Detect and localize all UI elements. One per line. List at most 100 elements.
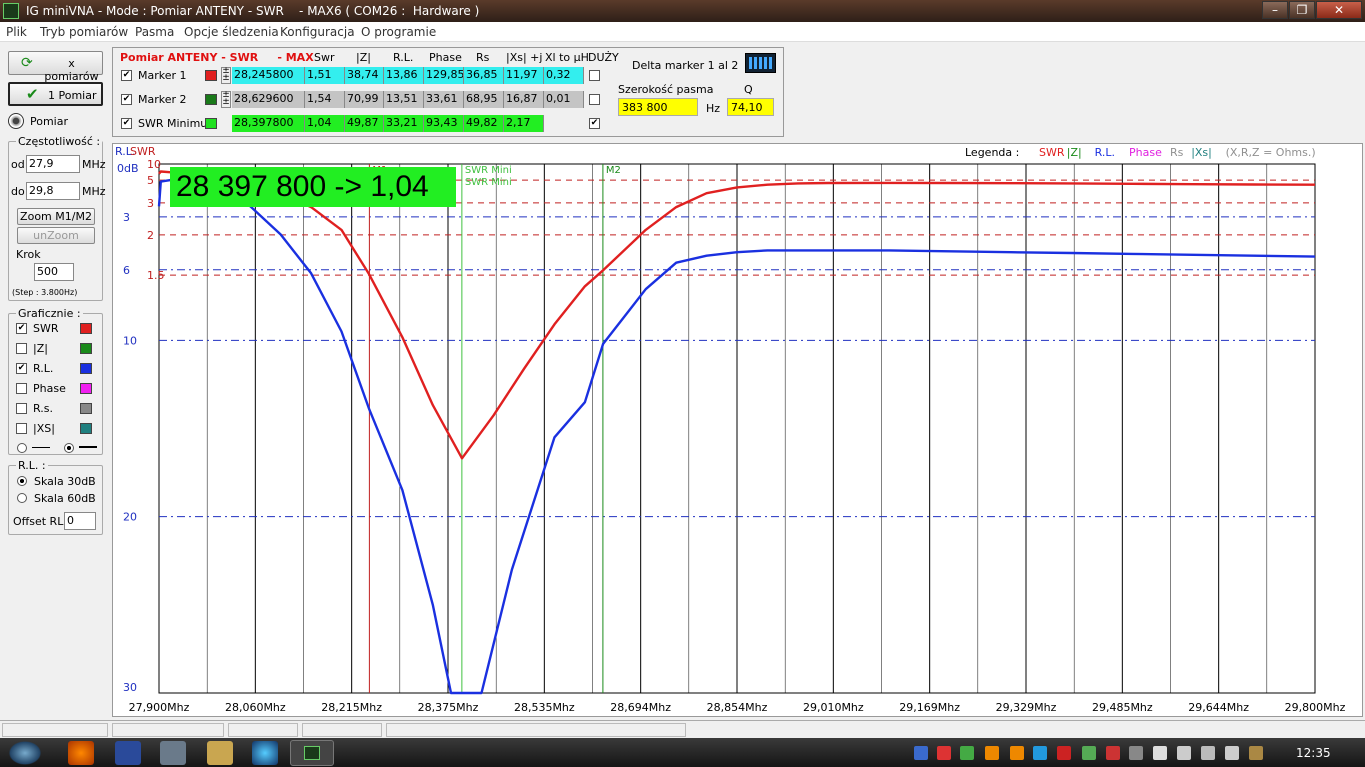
marker-cell: 1,54	[305, 91, 345, 108]
marker-line-label: M2	[606, 165, 621, 176]
tray-app-icon[interactable]	[985, 746, 999, 760]
menu-pasma[interactable]: Pasma	[135, 25, 174, 39]
marker-stepper[interactable]: ± ±	[221, 67, 231, 84]
search-tray-icon[interactable]	[1033, 746, 1047, 760]
legend-label: Legenda :	[965, 146, 1019, 159]
step-text: (Step : 3.800Hz)	[12, 288, 78, 297]
network-tool-icon[interactable]	[160, 741, 186, 765]
zoom-m1-m2-button[interactable]: Zoom M1/M2	[17, 208, 95, 225]
clock: 12:35	[1296, 746, 1331, 760]
marker-cell: 1,51	[305, 67, 345, 84]
graf-checkbox[interactable]	[16, 403, 27, 414]
pomiar-indicator-icon	[8, 113, 24, 129]
marker-cell: 129,85	[424, 67, 464, 84]
duzy-checkbox[interactable]	[589, 70, 600, 81]
one-pomiar-button[interactable]: ✔ 1 Pomiar	[8, 82, 103, 106]
save-disk-icon[interactable]	[115, 741, 141, 765]
skala30-label: Skala 30dB	[34, 475, 96, 488]
marker-color-swatch	[205, 94, 217, 105]
tray-app2-icon[interactable]	[1010, 746, 1024, 760]
flag-icon[interactable]	[1153, 746, 1167, 760]
graf-checkbox[interactable]: ✔	[16, 323, 27, 334]
calculator-button[interactable]	[745, 53, 776, 73]
chart-svg: 0dB36102030105321.51R.L.SWRLegenda :SWR|…	[115, 134, 1346, 714]
swr-tick-label: 1.5	[147, 269, 165, 282]
skala60-radio[interactable]	[17, 493, 27, 503]
menu-tryb-pomiarow[interactable]: Tryb pomiarów	[40, 25, 128, 39]
title-bar: IG miniVNA - Mode : Pomiar ANTENY - SWR …	[0, 0, 1365, 22]
antivirus-icon[interactable]	[937, 746, 951, 760]
od-input[interactable]: 27,9	[26, 155, 80, 173]
hdr-rl: R.L.	[393, 51, 414, 64]
graf-label: |XS|	[33, 422, 55, 435]
rl-tick-label: 20	[123, 511, 137, 524]
x-pomiarow-button[interactable]: ⟳ x pomiarów	[8, 51, 103, 83]
marker-cell: 28,397800	[232, 115, 305, 132]
graf-label: R.s.	[33, 402, 53, 415]
status-bar	[0, 720, 1365, 738]
marker-stepper[interactable]: ± ±	[221, 91, 231, 108]
line-thin-radio[interactable]	[17, 443, 27, 453]
graficznie-title: Graficznie :	[16, 307, 83, 320]
marker-checkbox[interactable]: ✔	[121, 94, 132, 105]
legend-item: SWR	[1039, 146, 1065, 159]
od-unit: MHz	[82, 158, 106, 171]
graf-checkbox[interactable]	[16, 343, 27, 354]
menu-opcje-sledzenia[interactable]: Opcje śledzenia	[184, 25, 279, 39]
dropbox-icon[interactable]	[914, 746, 928, 760]
tray-app5-icon[interactable]	[1249, 746, 1263, 760]
explorer-icon[interactable]	[207, 741, 233, 765]
do-unit: MHz	[82, 185, 106, 198]
menu-o-programie[interactable]: O programie	[361, 25, 436, 39]
menu-konfiguracja[interactable]: Konfiguracja	[280, 25, 355, 39]
hdr-phase: Phase	[429, 51, 462, 64]
music-icon[interactable]	[1129, 746, 1143, 760]
chart-area: 0dB36102030105321.51R.L.SWRLegenda :SWR|…	[112, 134, 1363, 717]
tray-app4-icon[interactable]	[1106, 746, 1120, 760]
minimize-button[interactable]: –	[1262, 1, 1288, 19]
q-value: 74,10	[727, 98, 774, 116]
x-tick-label: 29,329Mhz	[996, 701, 1057, 714]
volume-icon[interactable]	[1225, 746, 1239, 760]
marker-checkbox[interactable]: ✔	[121, 70, 132, 81]
legend-item: R.L.	[1095, 146, 1115, 159]
duzy-checkbox[interactable]: ✔	[589, 118, 600, 129]
duzy-checkbox[interactable]	[589, 94, 600, 105]
graf-label: SWR	[33, 322, 59, 335]
hdr-xl-uh: Xl to µH	[545, 51, 589, 64]
internet-explorer-icon[interactable]	[252, 741, 278, 765]
graf-label: Phase	[33, 382, 66, 395]
rl-tick-label: 3	[123, 211, 130, 224]
unzoom-button[interactable]: unZoom	[17, 227, 95, 244]
marker-cell: 16,87	[504, 91, 544, 108]
line-thick-radio[interactable]	[64, 443, 74, 453]
marker-cell: 28,245800	[232, 67, 305, 84]
x-tick-label: 29,169Mhz	[899, 701, 960, 714]
swr-tick-label: 3	[147, 197, 154, 210]
wireless-icon[interactable]	[960, 746, 974, 760]
graf-checkbox[interactable]	[16, 423, 27, 434]
x-tick-label: 28,854Mhz	[707, 701, 768, 714]
firefox-icon[interactable]	[68, 741, 94, 765]
skala30-radio[interactable]	[17, 476, 27, 486]
maximize-button[interactable]: ❐	[1289, 1, 1315, 19]
close-button[interactable]: ✕	[1316, 1, 1362, 19]
tray-app3-icon[interactable]	[1082, 746, 1096, 760]
signal-icon[interactable]	[1201, 746, 1215, 760]
menu-plik[interactable]: Plik	[6, 25, 27, 39]
do-input[interactable]: 29,8	[26, 182, 80, 200]
szerokosc-value: 383 800	[618, 98, 698, 116]
taskbar-minivna-app[interactable]	[290, 740, 334, 766]
krok-input[interactable]: 500	[34, 263, 74, 281]
graf-checkbox[interactable]	[16, 383, 27, 394]
check-icon: ✔	[26, 85, 39, 103]
frequency-group-title: Częstotliwość :	[16, 135, 103, 148]
graf-checkbox[interactable]: ✔	[16, 363, 27, 374]
rl-tick-label: 0dB	[117, 162, 139, 175]
marker-checkbox[interactable]: ✔	[121, 118, 132, 129]
ati-icon[interactable]	[1057, 746, 1071, 760]
start-button[interactable]	[6, 739, 44, 767]
device-icon[interactable]	[1177, 746, 1191, 760]
calculator-icon	[749, 57, 772, 69]
offset-rl-input[interactable]: 0	[64, 512, 96, 530]
